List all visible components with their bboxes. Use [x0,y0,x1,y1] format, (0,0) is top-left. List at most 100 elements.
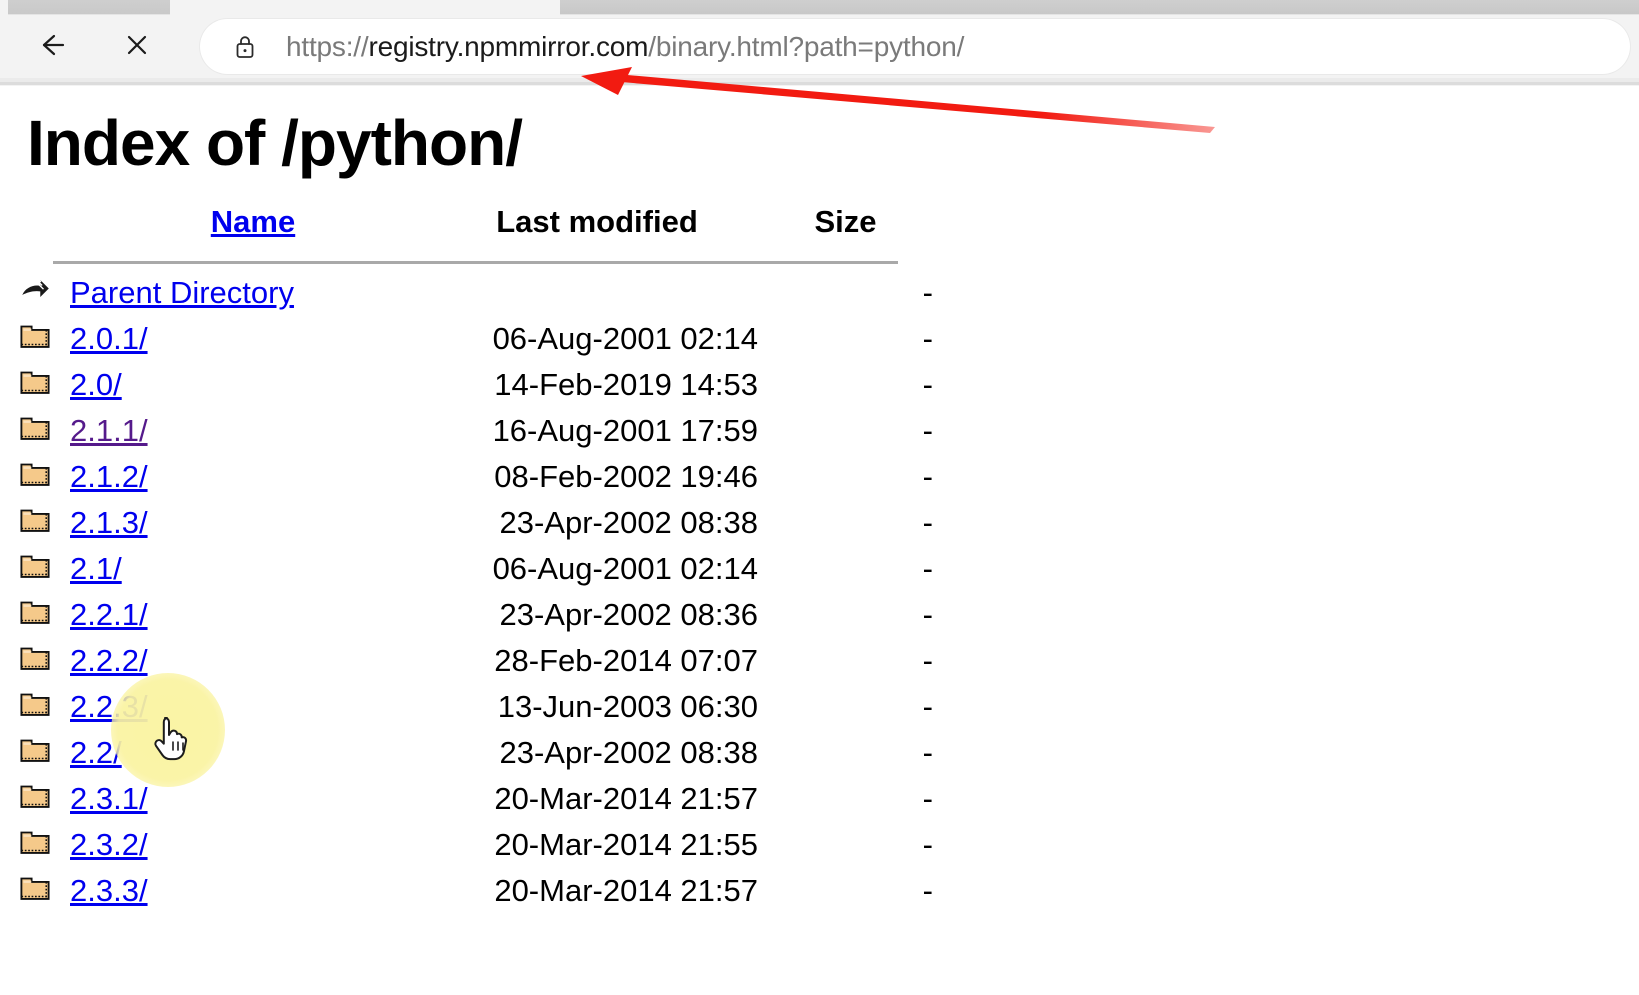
cell-size: - [922,827,933,862]
table-row[interactable]: 2.1/06-Aug-2001 02:14 - [0,546,933,592]
cell-size: - [922,597,933,632]
header-name: Name [70,204,436,254]
cell-name: 2.1/ [70,546,436,592]
cell-size: - [922,413,933,448]
cell-size: - [922,459,933,494]
cell-last-modified: 06-Aug-2001 02:14 [492,551,758,586]
cell-name: 2.0/ [70,362,436,408]
table-row[interactable]: 2.1.2/08-Feb-2002 19:46 - [0,454,933,500]
header-divider-row [0,254,933,270]
directory-link[interactable]: 2.1.3/ [70,505,148,540]
page-content: Index of /python/ Name Last modified Siz… [0,86,1639,995]
table-row[interactable]: 2.2.2/28-Feb-2014 07:07 - [0,638,933,684]
address-bar[interactable]: https://registry.npmmirror.com/binary.ht… [200,19,1630,74]
back-arrow-icon [32,25,72,68]
directory-link[interactable]: Parent Directory [70,275,294,310]
url-path: /binary.html?path=python/ [648,31,965,62]
directory-link[interactable]: 2.3.3/ [70,873,148,908]
cell-last-modified: 20-Mar-2014 21:55 [494,827,758,862]
tab-strip [0,0,1639,16]
table-row[interactable]: Parent Directory - [0,270,933,316]
browser-tab-inactive[interactable] [8,0,170,14]
url-scheme: https:// [286,31,369,62]
cell-size: - [922,505,933,540]
cell-name: 2.2.2/ [70,638,436,684]
directory-listing-table: Name Last modified Size Parent Directory… [0,204,933,914]
directory-link[interactable]: 2.0.1/ [70,321,148,356]
directory-link[interactable]: 2.3.2/ [70,827,148,862]
cell-name: 2.2.1/ [70,592,436,638]
table-row[interactable]: 2.3.2/20-Mar-2014 21:55 - [0,822,933,868]
header-divider [53,260,898,264]
cell-name: 2.0.1/ [70,316,436,362]
header-size: Size [814,204,877,239]
directory-link[interactable]: 2.2.3/ [70,689,148,724]
folder-icon [0,454,70,500]
table-row[interactable]: 2.3.3/20-Mar-2014 21:57 - [0,868,933,914]
cell-name: 2.3.1/ [70,776,436,822]
cell-name: 2.3.3/ [70,868,436,914]
browser-tab-active[interactable] [560,0,1639,14]
table-row[interactable]: 2.2.3/13-Jun-2003 06:30 - [0,684,933,730]
cell-last-modified: 16-Aug-2001 17:59 [492,413,758,448]
cell-size: - [922,275,933,310]
table-row[interactable]: 2.3.1/20-Mar-2014 21:57 - [0,776,933,822]
cell-name: 2.3.2/ [70,822,436,868]
folder-icon [0,408,70,454]
directory-link[interactable]: 2.1/ [70,551,122,586]
cell-size: - [922,643,933,678]
cell-name: Parent Directory [70,270,436,316]
cell-last-modified: 23-Apr-2002 08:36 [499,597,758,632]
cell-last-modified: 13-Jun-2003 06:30 [497,689,758,724]
directory-link[interactable]: 2.1.2/ [70,459,148,494]
folder-icon [0,638,70,684]
cell-name: 2.1.1/ [70,408,436,454]
stop-button[interactable] [113,22,161,70]
directory-link[interactable]: 2.3.1/ [70,781,148,816]
table-row[interactable]: 2.0/14-Feb-2019 14:53 - [0,362,933,408]
table-row[interactable]: 2.1.1/16-Aug-2001 17:59 - [0,408,933,454]
cell-size: - [922,321,933,356]
folder-icon [0,500,70,546]
url-host: registry.npmmirror.com [368,31,649,62]
folder-icon [0,362,70,408]
cell-last-modified: 14-Feb-2019 14:53 [494,367,758,402]
folder-icon [0,730,70,776]
table-row[interactable]: 2.1.3/23-Apr-2002 08:38 - [0,500,933,546]
table-header-row: Name Last modified Size [0,204,933,254]
sort-by-name-link[interactable]: Name [211,204,295,239]
cell-last-modified: 23-Apr-2002 08:38 [499,735,758,770]
lock-icon[interactable] [230,32,260,62]
folder-icon [0,592,70,638]
header-last-modified: Last modified [496,204,698,239]
back-button[interactable] [28,22,76,70]
folder-icon [0,868,70,914]
cell-size: - [922,689,933,724]
cell-size: - [922,781,933,816]
cell-last-modified: 23-Apr-2002 08:38 [499,505,758,540]
directory-link[interactable]: 2.0/ [70,367,122,402]
directory-link[interactable]: 2.2/ [70,735,122,770]
folder-icon [0,684,70,730]
directory-link[interactable]: 2.2.1/ [70,597,148,632]
header-icon-column [0,204,70,254]
close-x-icon [117,25,157,68]
browser-chrome: https://registry.npmmirror.com/binary.ht… [0,0,1639,86]
cell-size: - [922,735,933,770]
browser-nav-row: https://registry.npmmirror.com/binary.ht… [0,16,1639,76]
cell-last-modified [436,270,758,316]
cell-name: 2.1.2/ [70,454,436,500]
url-text[interactable]: https://registry.npmmirror.com/binary.ht… [286,19,964,74]
cell-name: 2.1.3/ [70,500,436,546]
table-row[interactable]: 2.2/23-Apr-2002 08:38 - [0,730,933,776]
folder-icon [0,776,70,822]
folder-icon [0,546,70,592]
table-row[interactable]: 2.0.1/06-Aug-2001 02:14 - [0,316,933,362]
page-title: Index of /python/ [27,107,523,179]
cell-size: - [922,873,933,908]
table-row[interactable]: 2.2.1/23-Apr-2002 08:36 - [0,592,933,638]
directory-link[interactable]: 2.2.2/ [70,643,148,678]
cell-last-modified: 08-Feb-2002 19:46 [494,459,758,494]
directory-link[interactable]: 2.1.1/ [70,413,148,448]
cell-name: 2.2.3/ [70,684,436,730]
